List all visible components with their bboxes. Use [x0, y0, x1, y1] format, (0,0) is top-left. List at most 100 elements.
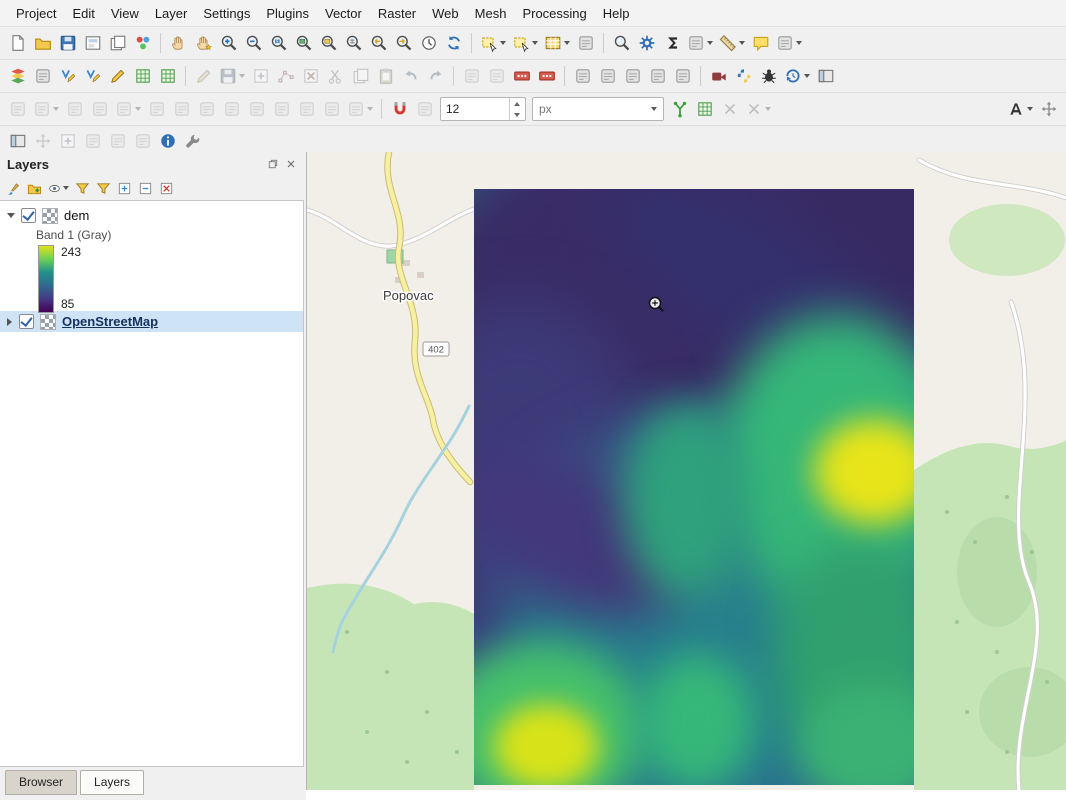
tab-layers[interactable]: Layers [80, 770, 144, 795]
menu-vector[interactable]: Vector [317, 2, 370, 25]
layout-manager-button[interactable] [105, 31, 130, 56]
reverse-line-button[interactable] [319, 97, 344, 122]
history-button[interactable] [781, 64, 813, 89]
temporal-controller-button[interactable] [416, 31, 441, 56]
field-calculator-button[interactable] [573, 31, 598, 56]
menu-edit[interactable]: Edit [64, 2, 102, 25]
snapping-toggle-button[interactable] [387, 97, 412, 122]
new-project-button[interactable] [5, 31, 30, 56]
svg-annotation-button[interactable] [130, 129, 155, 154]
cancel-edits-button[interactable] [742, 97, 774, 122]
change-label-button[interactable] [670, 64, 695, 89]
new-memory-layer-button[interactable] [105, 64, 130, 89]
menu-help[interactable]: Help [595, 2, 638, 25]
fill-ring-button[interactable] [219, 97, 244, 122]
new-geopackage-button[interactable] [30, 64, 55, 89]
menu-raster[interactable]: Raster [370, 2, 424, 25]
move-label-button[interactable] [620, 64, 645, 89]
report-bug-button[interactable] [756, 64, 781, 89]
pan-map-button[interactable] [166, 31, 191, 56]
analysis-tools-button[interactable] [684, 31, 716, 56]
reshape-features-button[interactable] [459, 64, 484, 89]
redo-button[interactable] [423, 64, 448, 89]
open-project-button[interactable] [30, 31, 55, 56]
offset-curve-button[interactable] [294, 97, 319, 122]
layer-row-dem[interactable]: dem [0, 205, 303, 226]
python-console-button[interactable] [731, 64, 756, 89]
data-source-manager-button[interactable] [5, 64, 30, 89]
toggle-panels-button[interactable] [813, 64, 838, 89]
save-project-button[interactable] [55, 31, 80, 56]
split-features-button[interactable] [484, 64, 509, 89]
new-spatialite-layer-button[interactable] [80, 64, 105, 89]
measure-button[interactable] [716, 31, 748, 56]
menu-settings[interactable]: Settings [195, 2, 258, 25]
manage-map-themes-button[interactable] [45, 178, 72, 199]
add-feature-button[interactable] [248, 64, 273, 89]
trim-extend-button[interactable] [344, 97, 376, 122]
stepper-buttons[interactable] [509, 98, 524, 120]
zoom-to-layer-button[interactable] [341, 31, 366, 56]
perpendicular-tool-button[interactable] [87, 97, 112, 122]
rotate-feature-button[interactable] [112, 97, 144, 122]
clear-selection-button[interactable] [717, 97, 742, 122]
search-button[interactable] [609, 31, 634, 56]
statistical-summary-button[interactable] [659, 31, 684, 56]
menu-mesh[interactable]: Mesh [467, 2, 515, 25]
layer-row-openstreetmap[interactable]: OpenStreetMap [0, 311, 303, 332]
font-unit-select[interactable]: px [532, 97, 664, 121]
label-toolbar-button[interactable] [1004, 97, 1036, 122]
move-annotation-button[interactable] [30, 129, 55, 154]
close-panel-button[interactable] [283, 156, 299, 172]
settings-wrench-button[interactable] [180, 129, 205, 154]
enable-advanced-digitizing-button[interactable] [5, 97, 30, 122]
copy-features-button[interactable] [348, 64, 373, 89]
label-font-size-stepper[interactable] [440, 97, 526, 121]
menu-layer[interactable]: Layer [147, 2, 196, 25]
zoom-last-button[interactable] [366, 31, 391, 56]
topology-checker-button[interactable] [692, 97, 717, 122]
tracing-toggle-button[interactable] [667, 97, 692, 122]
map-canvas[interactable]: Popovac 402 [306, 152, 1066, 790]
save-layer-edits-button[interactable] [216, 64, 248, 89]
select-features-button[interactable] [477, 31, 509, 56]
snapping-mode-button[interactable] [412, 97, 437, 122]
osm-visibility-checkbox[interactable] [19, 314, 34, 329]
form-annotation-button[interactable] [80, 129, 105, 154]
zoom-next-button[interactable] [391, 31, 416, 56]
expand-all-button[interactable] [114, 178, 135, 199]
map-tips-button[interactable] [748, 31, 773, 56]
paste-features-button[interactable] [373, 64, 398, 89]
options-dropdown-button[interactable] [773, 31, 805, 56]
camera-tool-button[interactable] [706, 64, 731, 89]
zoom-to-selection-button[interactable] [316, 31, 341, 56]
highlight-labels-button[interactable] [595, 64, 620, 89]
pan-to-selection-button[interactable] [191, 31, 216, 56]
remove-layer-button[interactable] [156, 178, 177, 199]
deselect-features-button[interactable] [509, 31, 541, 56]
construction-mode-button[interactable] [30, 97, 62, 122]
add-annotation-button[interactable] [55, 129, 80, 154]
font-size-input[interactable] [441, 100, 509, 118]
open-attribute-table-button[interactable] [541, 31, 573, 56]
vertex-tool-button[interactable] [273, 64, 298, 89]
layer-diagram-button[interactable] [534, 64, 559, 89]
zoom-native-button[interactable] [266, 31, 291, 56]
new-shapefile-layer-button[interactable] [55, 64, 80, 89]
new-map-view-button[interactable] [5, 129, 30, 154]
add-part-button[interactable] [194, 97, 219, 122]
style-manager-button[interactable] [130, 31, 155, 56]
stepper-down-button[interactable] [510, 109, 524, 120]
processing-toolbox-button[interactable] [634, 31, 659, 56]
html-annotation-button[interactable] [105, 129, 130, 154]
toggle-editing-button[interactable] [191, 64, 216, 89]
pan-labels-button[interactable] [1036, 97, 1061, 122]
add-group-button[interactable] [24, 178, 45, 199]
dem-visibility-checkbox[interactable] [21, 208, 36, 223]
open-layer-styling-button[interactable] [3, 178, 24, 199]
menu-web[interactable]: Web [424, 2, 467, 25]
filter-legend-button[interactable] [72, 178, 93, 199]
zoom-full-button[interactable] [291, 31, 316, 56]
new-virtual-layer-button[interactable] [130, 64, 155, 89]
rotate-label-button[interactable] [645, 64, 670, 89]
